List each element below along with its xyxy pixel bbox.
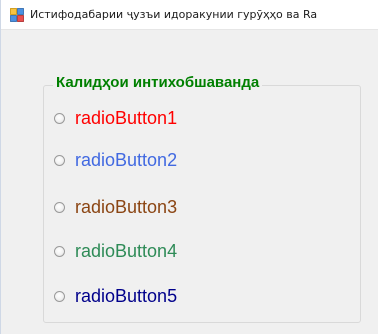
radio-circle-icon[interactable] bbox=[54, 154, 65, 166]
radio-circle-icon[interactable] bbox=[54, 112, 65, 124]
radio-button-3[interactable]: radioButton3 bbox=[54, 196, 177, 218]
radio-circle-icon[interactable] bbox=[54, 290, 65, 302]
groupbox-title: Калидҳои интихобшаванда bbox=[53, 73, 263, 93]
app-window: Истифодабарии ҷузъи идоракунии гурӯҳҳо в… bbox=[0, 0, 378, 334]
radio-button-4-label[interactable]: radioButton4 bbox=[75, 240, 177, 262]
radio-button-1[interactable]: radioButton1 bbox=[54, 107, 177, 129]
window-title: Истифодабарии ҷузъи идоракунии гурӯҳҳо в… bbox=[30, 8, 318, 21]
app-icon bbox=[10, 8, 24, 22]
radio-button-5-label[interactable]: radioButton5 bbox=[75, 285, 177, 307]
radio-button-2-label[interactable]: radioButton2 bbox=[75, 149, 177, 171]
radio-button-1-label[interactable]: radioButton1 bbox=[75, 107, 177, 129]
radio-button-5[interactable]: radioButton5 bbox=[54, 285, 177, 307]
radio-button-4[interactable]: radioButton4 bbox=[54, 240, 177, 262]
radio-button-3-label[interactable]: radioButton3 bbox=[75, 196, 177, 218]
radio-button-2[interactable]: radioButton2 bbox=[54, 149, 177, 171]
radio-circle-icon[interactable] bbox=[54, 201, 65, 213]
title-bar[interactable]: Истифодабарии ҷузъи идоракунии гурӯҳҳо в… bbox=[1, 0, 378, 30]
radio-circle-icon[interactable] bbox=[54, 245, 65, 257]
